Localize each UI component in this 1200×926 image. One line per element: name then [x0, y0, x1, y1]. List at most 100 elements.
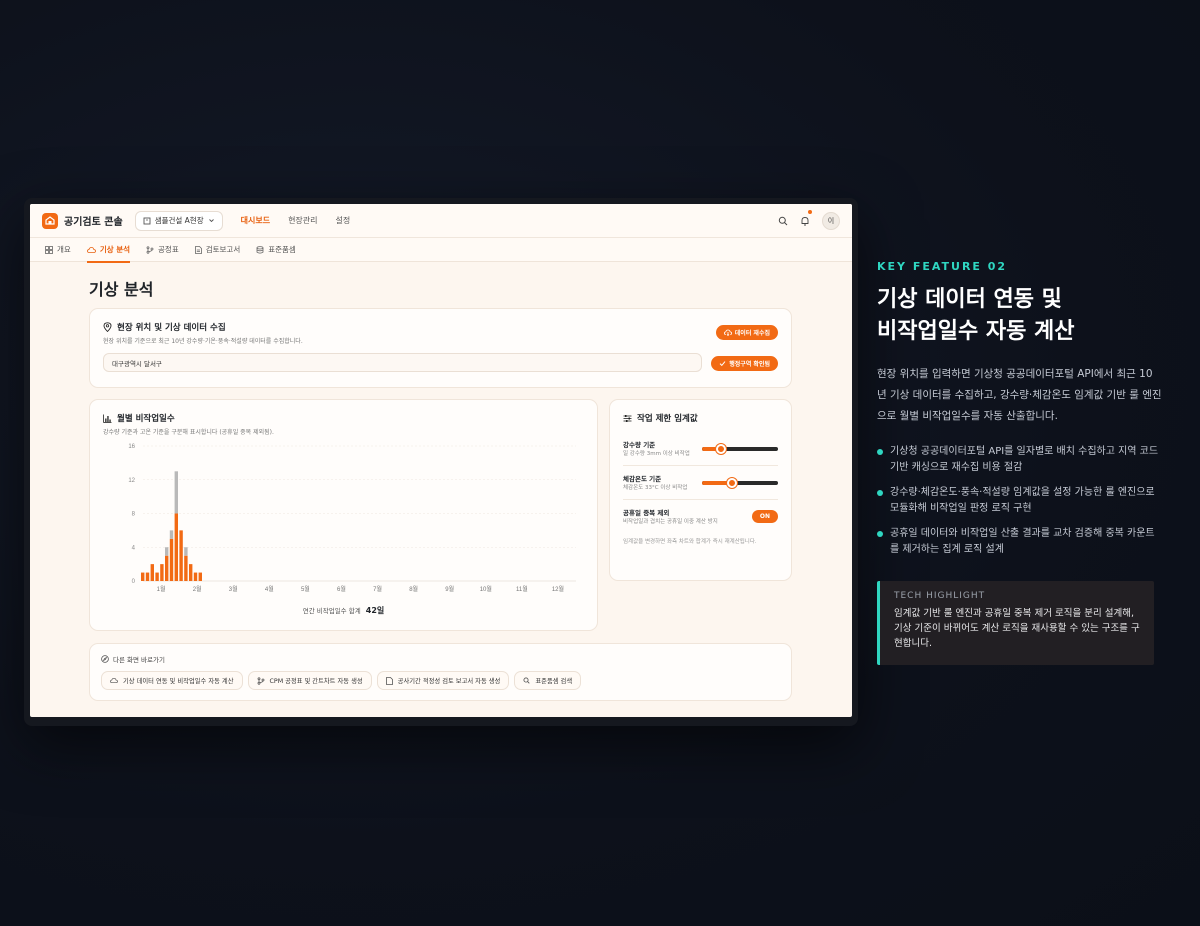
nav-dashboard[interactable]: 대시보드 — [241, 215, 270, 226]
chart-bar — [145, 572, 150, 581]
bar-chart-icon — [103, 414, 112, 423]
feature-bullet: 강수량·체감온도·풍속·적설량 임계값을 설정 가능한 룰 엔진으로 모듈화해 … — [877, 485, 1162, 517]
x-tick-label: 2월 — [193, 585, 202, 593]
monthly-chart-title: 월별 비작업일수 — [117, 414, 175, 424]
database-icon — [256, 245, 264, 253]
tab-standard-estimate[interactable]: 표준품셈 — [256, 238, 296, 262]
cloud-icon — [110, 677, 118, 684]
nav-site-management[interactable]: 현장관리 — [288, 215, 317, 226]
shortcut-report[interactable]: 공사기간 적정성 검토 보고서 자동 생성 — [376, 671, 510, 690]
app-window: 공기검토 콘솔 샘플건설 A현장 대시보드 현장관리 설정 이 개요 기상 분석… — [30, 204, 852, 717]
x-tick-label: 10월 — [480, 585, 492, 593]
tab-schedule[interactable]: 공정표 — [146, 238, 179, 262]
region-confirmed-badge[interactable]: 행정구역 확인됨 — [711, 356, 778, 371]
threshold-heat-desc: 체감온도 33°C 이상 비작업 — [623, 485, 688, 492]
heat-slider[interactable] — [702, 477, 778, 488]
feature-title-line1: 기상 데이터 연동 및 — [877, 287, 1062, 312]
feature-bullets: 기상청 공공데이터포털 API를 일자별로 배치 수집하고 지역 코드 기반 캐… — [877, 444, 1162, 567]
rainfall-slider[interactable] — [702, 443, 778, 454]
threshold-rainfall-desc: 일 강수량 3mm 이상 비작업 — [623, 451, 690, 457]
main-nav: 대시보드 현장관리 설정 — [241, 215, 351, 226]
chevron-down-icon — [208, 219, 214, 223]
threshold-title: 작업 제한 임계값 — [637, 414, 698, 424]
tech-highlight-text: 임계값 기반 룰 엔진과 공휴일 중복 제거 로직을 분리 설계해, 기상 기준… — [894, 608, 1140, 649]
chart-bar — [174, 513, 178, 581]
grid-icon — [45, 245, 53, 254]
monthly-chart-subtitle: 강수량 기준과 고온 기준을 구분해 표시합니다 (공휴일 중복 제외됨). — [103, 429, 274, 436]
chart-total-value: 42일 — [365, 606, 385, 615]
x-tick-label: 1월 — [157, 585, 166, 593]
x-tick-label: 4월 — [265, 585, 274, 593]
notifications-button[interactable] — [800, 210, 812, 230]
heat-slider-handle[interactable] — [727, 477, 738, 488]
threshold-row-heat: 체감온도 기준 체감온도 33°C 이상 비작업 — [623, 466, 778, 501]
threshold-row-rainfall: 강수량 기준 일 강수량 3mm 이상 비작업 — [623, 432, 778, 467]
threshold-note: 임계값을 변경하면 좌측 차트와 합계가 즉시 재계산됩니다. — [623, 539, 757, 546]
chart-bar — [169, 530, 174, 539]
refresh-data-button[interactable]: 데이터 재수집 — [715, 325, 778, 340]
shortcuts-card: 다른 화면 바로가기 기상 데이터 연동 및 비작업일수 자동 계산 CPM 공… — [89, 643, 792, 701]
tech-highlight-box: TECH HIGHLIGHT 임계값 기반 룰 엔진과 공휴일 중복 제거 로직… — [877, 581, 1154, 665]
shortcut-weather[interactable]: 기상 데이터 연동 및 비작업일수 자동 계산 — [101, 671, 243, 690]
feature-title-line2: 비작업일수 자동 계산 — [877, 319, 1075, 344]
threshold-rainfall-name: 강수량 기준 — [623, 441, 656, 449]
app-title: 공기검토 콘솔 — [64, 217, 123, 228]
page-title: 기상 분석 — [89, 280, 154, 299]
monthly-chart-card: 월별 비작업일수 강수량 기준과 고온 기준을 구분해 표시합니다 (공휴일 중… — [89, 399, 598, 631]
notification-dot — [808, 210, 812, 214]
y-tick-label: 4 — [132, 545, 136, 551]
branch-icon — [146, 245, 154, 254]
building-icon — [143, 217, 151, 224]
chart-total: 연간 비작업일수 합계 42일 — [90, 605, 597, 616]
chart-bar — [155, 572, 159, 581]
feature-bullet: 기상청 공공데이터포털 API를 일자별로 배치 수집하고 지역 코드 기반 캐… — [877, 444, 1162, 476]
avatar[interactable]: 이 — [822, 211, 840, 230]
top-bar: 공기검토 콘솔 샘플건설 A현장 대시보드 현장관리 설정 이 — [30, 204, 852, 238]
data-collection-title: 현장 위치 및 기상 데이터 수집 — [117, 323, 226, 333]
tab-review-report[interactable]: 검토보고서 — [194, 238, 240, 262]
chart-bar — [169, 538, 174, 581]
chart-bar — [160, 564, 164, 581]
location-input[interactable]: 대구광역시 달서구 — [103, 353, 702, 372]
nav-settings[interactable]: 설정 — [336, 215, 351, 226]
cloud-icon — [86, 246, 96, 253]
map-pin-icon — [103, 322, 112, 332]
app-screen-frame: 공기검토 콘솔 샘플건설 A현장 대시보드 현장관리 설정 이 개요 기상 분석… — [24, 198, 858, 726]
y-tick-label: 8 — [132, 512, 136, 518]
threshold-holiday-desc: 비작업일과 겹치는 공휴일 이중 계산 방지 — [623, 519, 718, 526]
bell-icon — [801, 217, 809, 226]
search-icon[interactable] — [778, 216, 788, 226]
data-collection-subtitle: 현장 위치를 기준으로 최근 10년 강수량·기온·풍속·적설량 데이터를 수집… — [103, 338, 303, 345]
x-tick-label: 11월 — [516, 585, 528, 593]
site-selector[interactable]: 샘플건설 A현장 — [134, 210, 223, 231]
shortcut-cpm[interactable]: CPM 공정표 및 간트차트 자동 생성 — [247, 671, 372, 690]
tab-weather-analysis[interactable]: 기상 분석 — [86, 238, 131, 263]
x-tick-label: 7월 — [373, 585, 382, 593]
chart-bar — [189, 564, 193, 581]
tab-schedule-label: 공정표 — [158, 245, 179, 254]
shortcut-cpm-label: CPM 공정표 및 간트차트 자동 생성 — [269, 678, 363, 685]
threshold-card: 작업 제한 임계값 강수량 기준 일 강수량 3mm 이상 비작업 체감온도 기… — [609, 399, 792, 581]
y-tick-label: 0 — [132, 579, 136, 585]
tech-highlight-label: TECH HIGHLIGHT — [894, 591, 986, 601]
region-confirmed-label: 행정구역 확인됨 — [729, 361, 770, 368]
tab-overview-label: 개요 — [57, 245, 71, 254]
document-icon — [385, 676, 393, 685]
chart-bar — [165, 547, 169, 556]
chart-bar — [165, 555, 169, 581]
x-tick-label: 5월 — [301, 585, 310, 593]
shortcut-weather-label: 기상 데이터 연동 및 비작업일수 자동 계산 — [123, 678, 234, 685]
threshold-heat-name: 체감온도 기준 — [623, 475, 662, 484]
monthly-bar-chart: 0 4 8 12 16 1월 2월 3월 4월 5월 6월 7월 8월 9월 10월 11월 12월 — [128, 444, 576, 593]
holiday-toggle[interactable]: ON — [751, 510, 778, 524]
refresh-data-label: 데이터 재수집 — [734, 330, 770, 337]
sliders-icon — [623, 414, 632, 422]
rainfall-slider-handle[interactable] — [716, 443, 726, 454]
shortcut-estimate-search[interactable]: 표준품셈 검색 — [514, 671, 582, 690]
data-collection-card: 현장 위치 및 기상 데이터 수집 현장 위치를 기준으로 최근 10년 강수량… — [89, 308, 792, 388]
threshold-row-holiday: 공휴일 중복 제외 비작업일과 겹치는 공휴일 이중 계산 방지 ON — [623, 500, 778, 533]
document-icon — [194, 245, 202, 254]
shortcut-estimate-search-label: 표준품셈 검색 — [535, 678, 573, 685]
chart-total-label: 연간 비작업일수 합계 — [302, 607, 361, 615]
tab-overview[interactable]: 개요 — [45, 238, 71, 262]
